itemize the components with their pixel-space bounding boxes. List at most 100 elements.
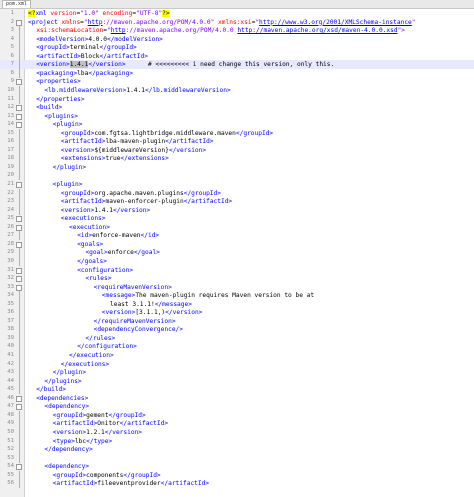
code-token: </build> xyxy=(36,386,66,394)
code-token: </groupId> xyxy=(108,411,146,419)
code-token: </groupId> xyxy=(123,471,161,479)
code-token: enforce xyxy=(107,249,134,257)
code-token: </artifactId> xyxy=(183,198,233,206)
code-token: <version> xyxy=(60,206,95,214)
code-token: <lb.middlewareVersion> xyxy=(44,86,127,94)
code-token: <execution> xyxy=(69,223,110,231)
code-token: <message> xyxy=(101,292,136,300)
code-token: <artifactId> xyxy=(52,420,98,428)
code-token: <configuration> xyxy=(77,266,134,274)
code-token: enforce-maven xyxy=(92,232,141,240)
code-token: 1.4.1 xyxy=(126,86,145,94)
code-token: ://maven.apache.org/POM/4.0.0 xyxy=(125,27,238,35)
code-token: <type> xyxy=(52,437,75,445)
code-token: <artifactId> xyxy=(60,138,106,146)
tab-bar: pom.xml xyxy=(0,0,474,9)
code-token: </message> xyxy=(154,300,192,308)
code-token: </groupId> xyxy=(235,129,274,137)
code-token: <plugin> xyxy=(52,181,83,188)
code-token: lbc xyxy=(74,437,87,445)
code-token: </version> xyxy=(165,309,203,317)
code-token: </goal> xyxy=(133,249,160,257)
code-token: xmlns:xsi xyxy=(214,18,252,26)
code-token: </executions> xyxy=(60,360,110,368)
code-token: <groupId> xyxy=(60,129,95,137)
code-token: Block xyxy=(80,52,100,60)
code-token: </extensions> xyxy=(120,155,169,163)
code-token: <groupId> xyxy=(52,411,87,419)
code-token: </execution> xyxy=(69,352,114,359)
code-token: [3.1.1,) xyxy=(135,309,166,317)
code-token: <artifactId> xyxy=(52,480,98,488)
code-token: </artifactId> xyxy=(165,138,214,146)
code-token: Onitor xyxy=(97,420,120,428)
code-token: xsi:schemaLocation xyxy=(36,27,104,35)
code-token: http xyxy=(87,18,103,26)
code-token: <plugin> xyxy=(52,121,83,129)
line-number: 56 xyxy=(7,480,14,487)
code-token: </artifactId> xyxy=(160,480,210,488)
code-token: lba xyxy=(77,69,89,77)
code-token: <modelVersion> xyxy=(36,35,89,43)
fold-line-marker xyxy=(16,479,22,489)
code-token: <goals> xyxy=(77,240,104,248)
code-token: <packaging> xyxy=(36,69,78,77)
code-token: <requireMavenVersion> xyxy=(93,283,172,291)
code-token: <artifactId> xyxy=(36,52,81,60)
code-text: <artifactId>fileeventprovider</artifactI… xyxy=(53,479,209,488)
code-token: 1.4.1 xyxy=(69,61,89,69)
code-token: <id> xyxy=(77,232,93,240)
code-token: </version> xyxy=(88,61,126,69)
code-token: </goals> xyxy=(77,257,107,265)
code-token: ?> xyxy=(162,10,170,17)
code-token: </dependency> xyxy=(44,446,93,454)
code-token: <artifactId> xyxy=(60,198,106,206)
code-line[interactable]: 56 <artifactId>fileeventprovider</artifac… xyxy=(0,479,474,489)
code-token: least 3.1.1! xyxy=(110,300,155,308)
code-token: 1.2.1 xyxy=(86,428,105,436)
code-token: ${middlewareVersion} xyxy=(94,146,169,154)
code-token: terminal xyxy=(69,44,100,52)
code-token: </type> xyxy=(86,437,113,445)
code-token: </version> xyxy=(168,146,207,154)
tab-pom-xml[interactable]: pom.xml xyxy=(2,0,32,8)
code-token: </plugins> xyxy=(44,377,82,385)
code-editor[interactable]: 1 <?xml version="1.0" encoding="UTF-8"?> 2… xyxy=(0,9,474,497)
code-token: </rules> xyxy=(85,334,116,342)
code-token: </configuration> xyxy=(77,343,137,351)
code-token: </packaging> xyxy=(88,69,134,77)
code-token: <version> xyxy=(36,61,70,69)
code-token: The maven-plugin requires Maven version … xyxy=(135,292,315,300)
code-token: fileeventprovider xyxy=(97,480,161,488)
code-token: <dependency> xyxy=(44,403,90,411)
code-token: <version> xyxy=(52,428,87,436)
code-token: <rules> xyxy=(85,275,112,283)
code-token: <version> xyxy=(101,309,136,317)
code-token: " xyxy=(411,18,416,26)
code-token: </groupId> xyxy=(183,189,221,197)
code-token: xmlns xyxy=(57,18,81,26)
code-token: com.fgtsa.lightbridge.middleware.maven xyxy=(94,129,236,137)
code-token: "> xyxy=(397,27,406,35)
code-token: <dependency> xyxy=(44,463,90,471)
code-token: ://maven.apache.org/POM/4.0.0" xyxy=(102,18,215,26)
code-token: lba-maven-plugin xyxy=(105,138,166,146)
code-token: <groupId> xyxy=(52,471,87,479)
code-token: encoding xyxy=(98,10,133,17)
code-token: http xyxy=(110,27,126,35)
code-token: <build> xyxy=(36,104,63,112)
code-token: </properties> xyxy=(36,95,85,103)
code-token: </groupId> xyxy=(99,44,137,52)
code-token: </version> xyxy=(104,428,143,436)
code-token: <dependencies> xyxy=(36,394,89,402)
code-token: <properties> xyxy=(36,78,81,86)
code-token: </artifactId> xyxy=(99,52,148,60)
code-token: version xyxy=(46,10,77,17)
code-token: xml xyxy=(35,10,47,17)
code-token: 1.4.1 xyxy=(94,206,113,214)
code-token: http://www.w3.org/2001/XMLSchema-instanc… xyxy=(259,18,412,26)
code-token: </modelVersion> xyxy=(106,35,163,43)
code-token: <groupId> xyxy=(60,189,95,197)
code-token: "UTF-8" xyxy=(136,10,163,17)
code-token: </requireMavenVersion> xyxy=(93,317,176,325)
